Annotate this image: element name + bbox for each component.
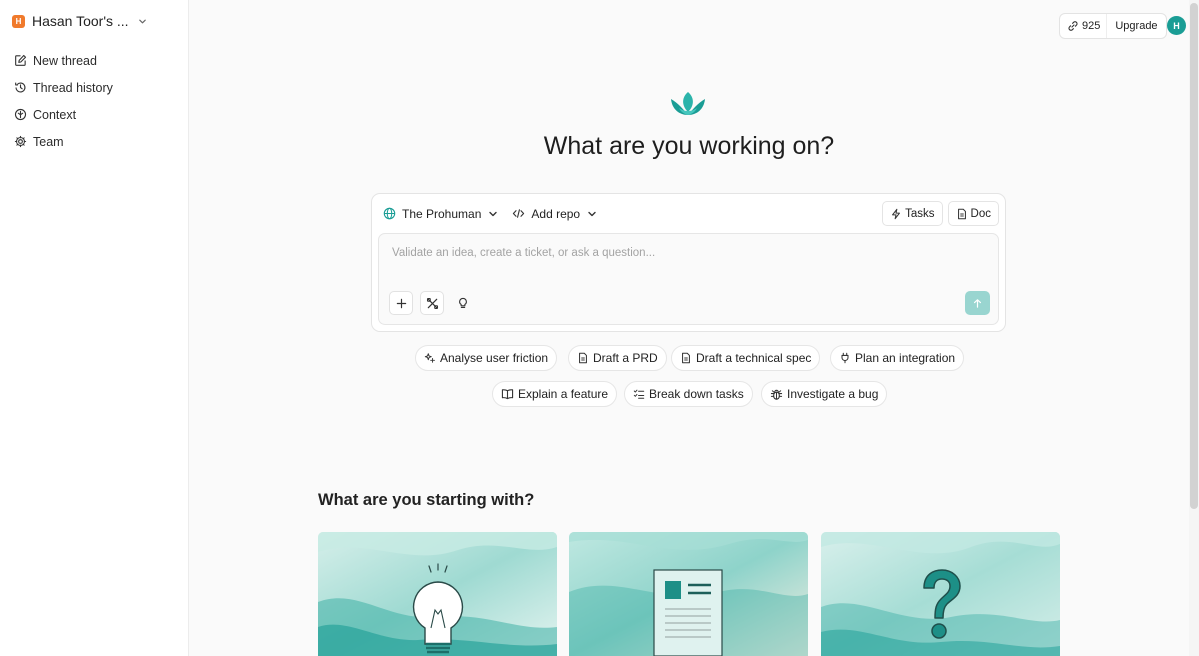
doc-label: Doc — [970, 207, 991, 220]
starter-card-question[interactable] — [821, 532, 1060, 656]
edit-icon — [14, 54, 27, 67]
starter-card-idea[interactable] — [318, 532, 557, 656]
composer-mode-buttons: Tasks Doc — [882, 201, 999, 226]
credits-value: 925 — [1082, 20, 1101, 32]
tools-icon — [426, 297, 439, 310]
repo-label: Add repo — [531, 206, 581, 221]
workspace-name: Hasan Toor's ... — [32, 13, 129, 29]
document-icon — [577, 352, 593, 364]
suggestion-label: Plan an integration — [855, 351, 956, 365]
bug-icon — [770, 388, 787, 401]
send-button[interactable] — [965, 291, 990, 315]
tasks-label: Tasks — [905, 207, 935, 220]
sidebar-item-thread-history[interactable]: Thread history — [0, 74, 188, 101]
suggestion-label: Draft a PRD — [593, 351, 658, 365]
checklist-icon — [633, 388, 649, 400]
plug-icon — [839, 352, 855, 364]
doc-button[interactable]: Doc — [947, 201, 999, 226]
avatar[interactable]: H — [1167, 16, 1186, 35]
suggestion-chip-break-down-tasks[interactable]: Break down tasks — [624, 381, 753, 407]
suggestion-chip-draft-prd[interactable]: Draft a PRD — [568, 345, 667, 371]
project-name: The Prohuman — [402, 206, 482, 221]
composer: The Prohuman Add repo Tasks Doc Validate… — [371, 193, 1006, 332]
lotus-logo-icon — [668, 89, 708, 126]
repo-selector[interactable]: Add repo — [512, 207, 597, 221]
chevron-down-icon — [488, 209, 498, 219]
scrollbar-thumb[interactable] — [1190, 3, 1198, 509]
suggestion-label: Investigate a bug — [787, 387, 879, 401]
arrow-up-icon — [972, 298, 983, 309]
prompt-input[interactable]: Validate an idea, create a ticket, or as… — [378, 233, 999, 325]
suggestion-label: Analyse user friction — [440, 351, 549, 365]
prompt-placeholder: Validate an idea, create a ticket, or as… — [392, 247, 656, 259]
document-icon — [569, 532, 808, 656]
chevron-down-icon — [138, 17, 147, 26]
upgrade-button[interactable]: Upgrade — [1107, 14, 1165, 38]
globe-icon — [383, 207, 396, 220]
credits-counter[interactable]: 925 — [1060, 14, 1108, 38]
sidebar-item-label: Context — [33, 107, 77, 122]
sidebar-item-context[interactable]: Context — [0, 101, 188, 128]
history-icon — [14, 81, 27, 94]
suggestion-chip-analyse-user-friction[interactable]: Analyse user friction — [415, 345, 558, 371]
question-mark-icon — [821, 532, 1060, 656]
link-icon — [1067, 20, 1082, 32]
suggestion-chip-plan-integration[interactable]: Plan an integration — [830, 345, 965, 371]
code-icon — [512, 207, 525, 220]
composer-toolbar: The Prohuman Add repo Tasks Doc — [372, 194, 1005, 233]
section-title: What are you starting with? — [318, 491, 535, 509]
add-attachment-button[interactable] — [389, 291, 413, 315]
lightning-icon — [890, 208, 905, 220]
lightbulb-icon — [457, 297, 469, 310]
sidebar-item-new-thread[interactable]: New thread — [0, 47, 188, 74]
suggestion-chip-draft-technical-spec[interactable]: Draft a technical spec — [671, 345, 821, 371]
suggestion-label: Break down tasks — [649, 387, 744, 401]
ideas-button[interactable] — [451, 291, 475, 315]
composer-tools — [389, 291, 475, 315]
project-selector[interactable]: The Prohuman — [383, 207, 498, 221]
sidebar: H Hasan Toor's ... New thread Thread his… — [0, 0, 189, 656]
workspace-switcher[interactable]: H Hasan Toor's ... — [0, 0, 188, 42]
chevron-down-icon — [587, 209, 597, 219]
starter-card-document[interactable] — [569, 532, 808, 656]
document-icon — [680, 352, 696, 364]
suggestion-chip-explain-feature[interactable]: Explain a feature — [492, 381, 618, 407]
workspace-badge: H — [12, 14, 25, 28]
tools-button[interactable] — [420, 291, 444, 315]
suggestion-chip-investigate-bug[interactable]: Investigate a bug — [761, 381, 888, 407]
tasks-button[interactable]: Tasks — [882, 201, 943, 226]
sparkle-icon — [424, 352, 440, 364]
book-icon — [501, 388, 518, 400]
document-icon — [956, 208, 971, 220]
plus-icon — [396, 298, 407, 309]
lightbulb-icon — [318, 532, 557, 656]
sidebar-item-label: New thread — [33, 53, 97, 68]
account-controls: 925 Upgrade — [1059, 13, 1167, 39]
page-title: What are you working on? — [543, 132, 835, 160]
suggestion-label: Draft a technical spec — [696, 351, 812, 365]
context-icon — [14, 108, 27, 121]
suggestion-label: Explain a feature — [518, 387, 609, 401]
sidebar-item-label: Thread history — [33, 80, 113, 95]
